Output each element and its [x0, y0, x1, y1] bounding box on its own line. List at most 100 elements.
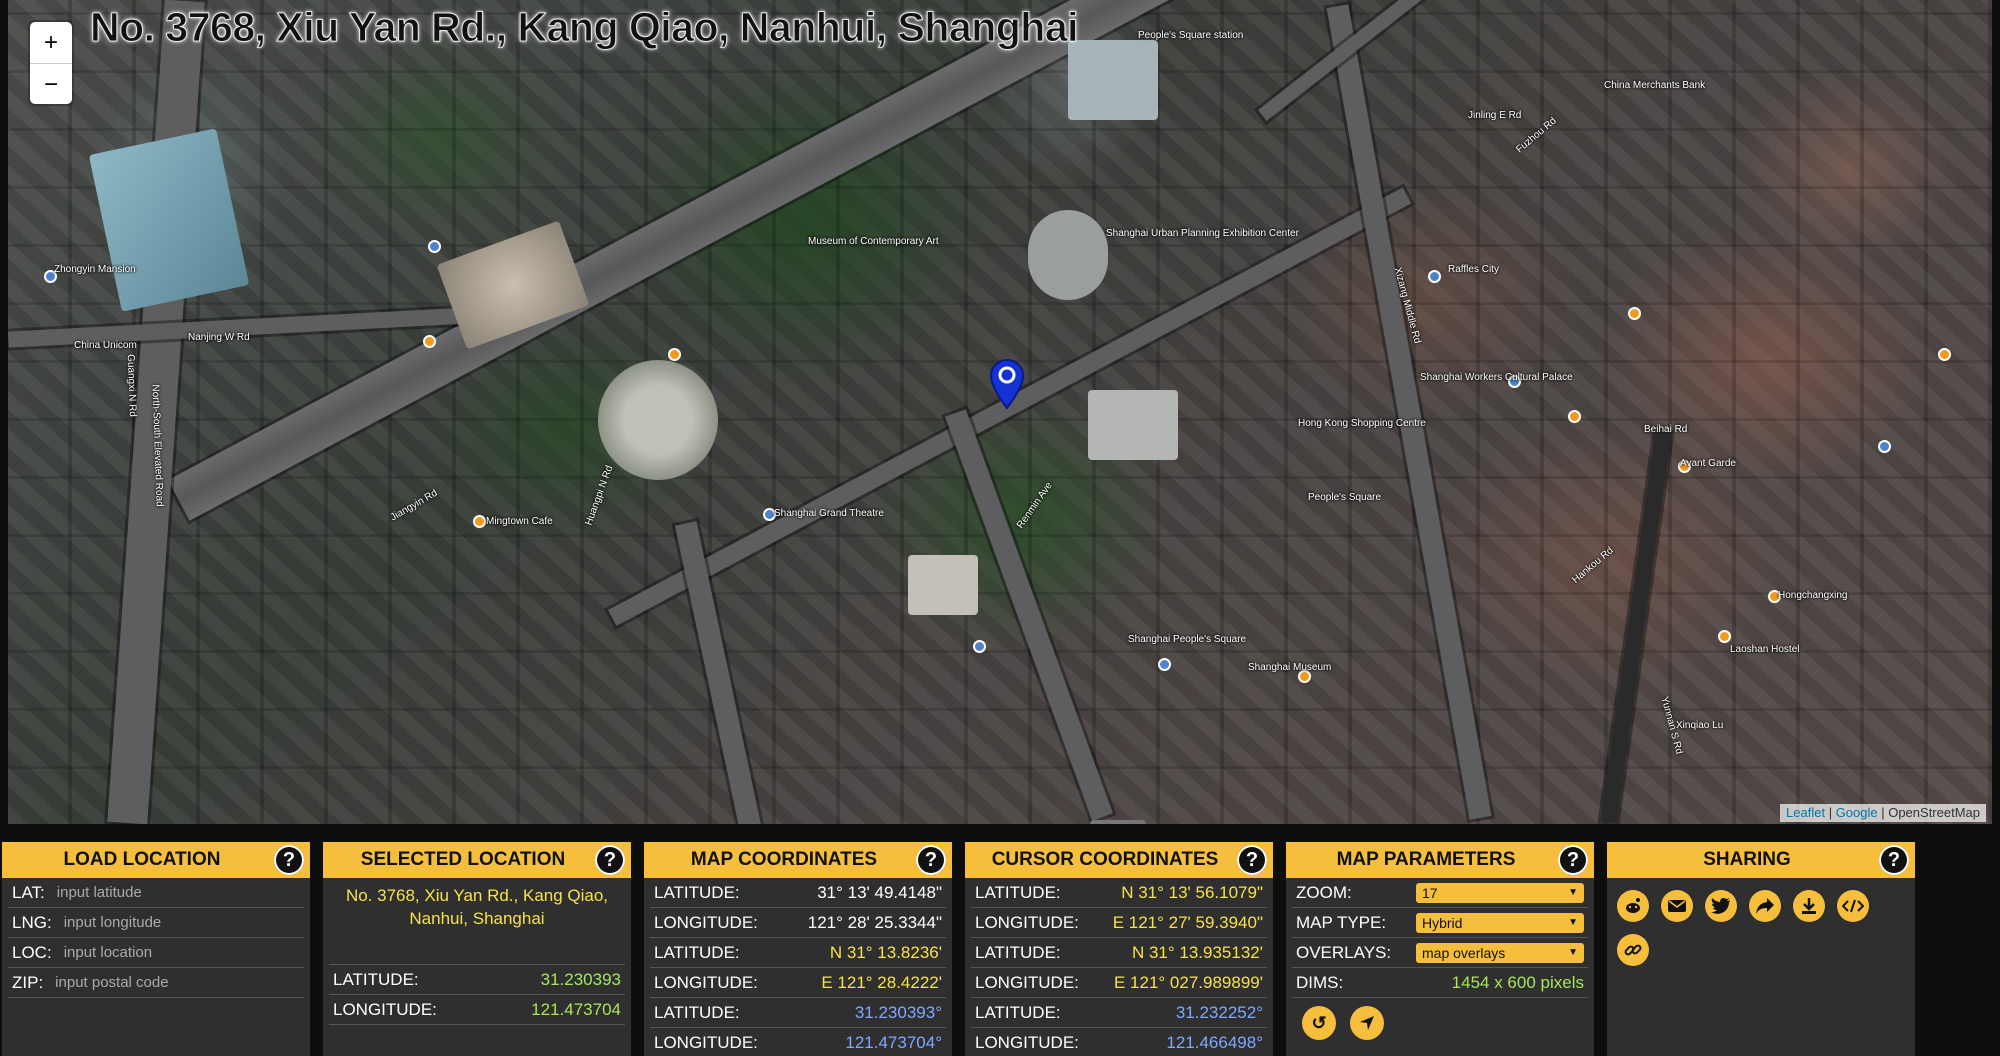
zoom-select[interactable]: 17 ▼	[1416, 882, 1584, 903]
poi-marker[interactable]	[423, 335, 436, 348]
poi-marker[interactable]	[1568, 410, 1581, 423]
field-label: LATITUDE:	[975, 942, 1061, 962]
link-icon[interactable]	[1617, 934, 1649, 966]
coord-row: LONGITUDE: E 121° 027.989899'	[971, 968, 1267, 998]
reset-icon[interactable]: ↺	[1302, 1006, 1336, 1040]
poi-marker[interactable]	[1158, 658, 1171, 671]
embed-code-icon[interactable]	[1837, 890, 1869, 922]
reddit-icon[interactable]	[1617, 890, 1649, 922]
forward-arrow-glyph	[1756, 898, 1774, 914]
map-type-row: MAP TYPE: Hybrid ▼	[1292, 908, 1588, 938]
map-title: No. 3768, Xiu Yan Rd., Kang Qiao, Nanhui…	[89, 4, 1079, 51]
plaza-building	[1088, 390, 1178, 460]
latitude-row: LATITUDE: 31.230393	[329, 964, 625, 995]
coord-row: LATITUDE: 31.230393°	[650, 998, 946, 1028]
overlays-select[interactable]: map overlays ▼	[1416, 942, 1584, 963]
latitude-value: 31.230393	[540, 969, 621, 989]
poi-marker[interactable]	[428, 240, 441, 253]
map-label: Avant Garde	[1680, 458, 1736, 469]
zoom-control: + −	[30, 22, 72, 104]
share-icon[interactable]	[1749, 890, 1781, 922]
help-icon[interactable]: ?	[1879, 845, 1909, 875]
panel-title: CURSOR COORDINATES	[991, 849, 1219, 870]
coord-row: LONGITUDE: 121° 28' 25.3344"	[650, 908, 946, 938]
coord-row: LATITUDE: N 31° 13.935132'	[971, 938, 1267, 968]
zoom-row: ZOOM: 17 ▼	[1292, 878, 1588, 908]
poi-marker[interactable]	[473, 515, 486, 528]
location-input-row: LOC:	[8, 938, 304, 968]
chevron-down-icon: ▼	[1568, 917, 1578, 928]
poi-marker[interactable]	[1718, 630, 1731, 643]
dm-longitude: E 121° 28.4222'	[821, 972, 942, 992]
leaflet-link[interactable]: Leaflet	[1786, 805, 1825, 820]
field-label: LATITUDE:	[975, 1002, 1061, 1022]
coord-row: LONGITUDE: 121.473704°	[650, 1028, 946, 1056]
poi-marker[interactable]	[1938, 348, 1951, 361]
poi-marker[interactable]	[1428, 270, 1441, 283]
map-label: Zhongyin Mansion	[54, 264, 136, 275]
twitter-icon[interactable]	[1705, 890, 1737, 922]
google-link[interactable]: Google	[1836, 805, 1878, 820]
map-coordinates-panel: MAP COORDINATES ? LATITUDE: 31° 13' 49.4…	[644, 842, 952, 1056]
map-label: Shanghai Urban Planning Exhibition Cente…	[1106, 228, 1299, 239]
poi-marker[interactable]	[1878, 440, 1891, 453]
reddit-glyph	[1626, 898, 1640, 913]
field-label: LNG:	[12, 912, 52, 932]
decimal-longitude: 121.473704°	[845, 1032, 942, 1052]
locate-icon[interactable]	[1350, 1006, 1384, 1040]
help-icon[interactable]: ?	[1237, 845, 1267, 875]
overlays-selected-value: map overlays	[1422, 944, 1506, 961]
email-icon[interactable]	[1661, 890, 1693, 922]
dm-latitude: N 31° 13.935132'	[1131, 942, 1263, 962]
longitude-input[interactable]	[61, 913, 300, 932]
map-label: Laoshan Hostel	[1730, 644, 1800, 655]
bird-glyph	[1711, 898, 1730, 914]
panel-title: MAP PARAMETERS	[1336, 849, 1516, 870]
map-resize-handle[interactable]	[1090, 820, 1146, 824]
poi-marker[interactable]	[973, 640, 986, 653]
dms-latitude: N 31° 13' 56.1079"	[1121, 882, 1263, 902]
chevron-down-icon: ▼	[1568, 887, 1578, 898]
help-icon[interactable]: ?	[1558, 845, 1588, 875]
attribution-separator: |	[1825, 805, 1836, 820]
dms-latitude: 31° 13' 49.4148"	[817, 882, 942, 902]
zip-input-row: ZIP:	[8, 968, 304, 998]
selected-location-panel: SELECTED LOCATION ? No. 3768, Xiu Yan Rd…	[323, 842, 631, 1056]
satellite-map[interactable]: Nanjing W Rd Renmin Ave People's Square …	[8, 0, 1992, 824]
location-input[interactable]	[61, 943, 300, 962]
museum-building	[598, 360, 718, 480]
zoom-in-button[interactable]: +	[30, 22, 72, 63]
map-label: Shanghai Museum	[1248, 662, 1332, 673]
field-label: LAT:	[12, 882, 45, 902]
panel-header: SHARING ?	[1607, 842, 1915, 878]
dm-longitude: E 121° 027.989899'	[1113, 972, 1263, 992]
map-label: Guangxi N Rd	[124, 353, 138, 418]
help-icon[interactable]: ?	[595, 845, 625, 875]
help-icon[interactable]: ?	[916, 845, 946, 875]
poi-marker[interactable]	[668, 348, 681, 361]
map-label: Xinqiao Lu	[1676, 720, 1724, 731]
coord-row: LATITUDE: N 31° 13.8236'	[650, 938, 946, 968]
map-attribution: Leaflet | Google | OpenStreetMap	[1780, 804, 1986, 822]
decimal-latitude: 31.232252°	[1175, 1002, 1263, 1022]
map-label: Jinling E Rd	[1468, 110, 1522, 121]
map-label: Beihai Rd	[1644, 424, 1688, 435]
panel-title: LOAD LOCATION	[63, 849, 221, 870]
zoom-selected-value: 17	[1422, 884, 1438, 901]
map-type-select[interactable]: Hybrid ▼	[1416, 912, 1584, 933]
poi-marker[interactable]	[1628, 307, 1641, 320]
download-icon[interactable]	[1793, 890, 1825, 922]
postal-code-input[interactable]	[53, 973, 300, 992]
dms-longitude: 121° 28' 25.3344"	[807, 912, 942, 932]
latitude-input[interactable]	[54, 883, 300, 902]
zoom-out-button[interactable]: −	[30, 63, 72, 104]
share-buttons	[1607, 878, 1887, 966]
field-label: LONGITUDE:	[975, 972, 1079, 992]
map-label: Raffles City	[1448, 264, 1499, 275]
location-pin-icon[interactable]	[989, 358, 1025, 410]
map-dimensions: 1454 x 600 pixels	[1451, 972, 1584, 992]
map-label: Museum of Contemporary Art	[808, 236, 939, 247]
coord-row: LATITUDE: 31.232252°	[971, 998, 1267, 1028]
coord-row: LONGITUDE: E 121° 28.4222'	[650, 968, 946, 998]
help-icon[interactable]: ?	[274, 845, 304, 875]
